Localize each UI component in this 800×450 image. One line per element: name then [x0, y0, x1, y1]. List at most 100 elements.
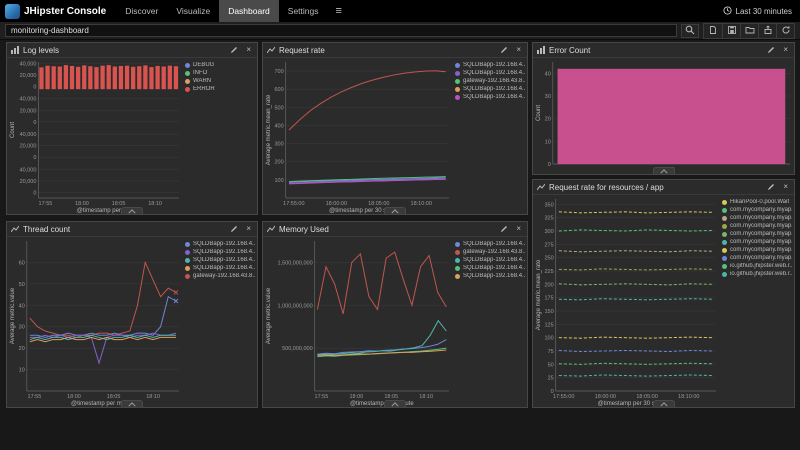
search-icon: [685, 22, 695, 40]
legend-item[interactable]: io.github.jhipster.web.r...: [722, 263, 792, 269]
legend-item[interactable]: SQLDBapp-192.168.4...: [455, 241, 525, 247]
chart-area[interactable]: 10203040506017:5518:0018:0518:10@timesta…: [7, 237, 183, 407]
svg-text:0: 0: [33, 84, 36, 90]
legend-item[interactable]: SQLDBapp-192.168.4...: [455, 94, 525, 100]
legend-swatch: [722, 216, 727, 221]
legend-label: com.mycompany.myap...: [730, 255, 792, 261]
panel-body: 10203040506017:5518:0018:0518:10@timesta…: [7, 237, 257, 407]
legend-item[interactable]: com.mycompany.myap...: [722, 223, 792, 229]
legend-item[interactable]: SQLDBapp-192.168.4...: [455, 70, 525, 76]
legend-item[interactable]: SQLDBapp-192.168.4...: [455, 257, 525, 263]
svg-text:18:00: 18:00: [349, 394, 363, 400]
legend-item[interactable]: SQLDBapp-192.168.4...: [455, 62, 525, 68]
legend-label: SQLDBapp-192.168.4...: [463, 265, 525, 271]
panel-title[interactable]: Log levels: [23, 46, 224, 55]
svg-text:30: 30: [545, 94, 551, 100]
svg-text:Average metric.mean_rate: Average metric.mean_rate: [536, 259, 542, 330]
legend-item[interactable]: com.mycompany.myap...: [722, 215, 792, 221]
load-dashboard-button[interactable]: [740, 24, 758, 38]
legend-item[interactable]: SQLDBapp-192.168.4...: [185, 249, 255, 255]
close-panel-icon[interactable]: ×: [244, 46, 253, 54]
legend-item[interactable]: com.mycompany.myap...: [722, 231, 792, 237]
legend-item[interactable]: SQLDBapp-192.168.4...: [185, 257, 255, 263]
collapse-panel-button[interactable]: [121, 400, 143, 407]
collapse-panel-button[interactable]: [653, 400, 675, 407]
search-button[interactable]: [681, 24, 699, 38]
legend-swatch: [185, 71, 190, 76]
legend-item[interactable]: HikariPool-0.pool.Wait: [722, 199, 792, 205]
legend-item[interactable]: SQLDBapp-192.168.4...: [455, 265, 525, 271]
chart-area[interactable]: 10020030040050060070017:55:0018:00:0018:…: [263, 58, 453, 214]
svg-text:500: 500: [275, 105, 284, 111]
legend-swatch: [455, 266, 460, 271]
nav-item-dashboard[interactable]: Dashboard: [219, 0, 279, 22]
hamburger-menu-icon[interactable]: ≡: [328, 5, 350, 17]
chart-area[interactable]: 0255075100125150175200225250275300325350…: [533, 195, 720, 407]
svg-text:1,500,000,000: 1,500,000,000: [278, 260, 313, 266]
legend-item[interactable]: SQLDBapp-192.168.4...: [455, 273, 525, 279]
legend-item[interactable]: SQLDBapp-192.168.4...: [185, 265, 255, 271]
nav-item-visualize[interactable]: Visualize: [167, 0, 219, 22]
svg-text:20,000: 20,000: [20, 108, 37, 114]
refresh-button[interactable]: [776, 24, 794, 38]
close-panel-icon[interactable]: ×: [781, 183, 790, 191]
legend-item[interactable]: io.github.jhipster.web.r...: [722, 271, 792, 277]
chart-area[interactable]: 010203040AllCount: [533, 58, 794, 174]
edit-panel-icon[interactable]: [228, 46, 240, 54]
legend-swatch: [185, 258, 190, 263]
close-panel-icon[interactable]: ×: [514, 225, 523, 233]
legend-item[interactable]: INFO: [185, 70, 255, 76]
panel-title[interactable]: Thread count: [23, 225, 224, 234]
close-panel-icon[interactable]: ×: [514, 46, 523, 54]
edit-panel-icon[interactable]: [498, 225, 510, 233]
edit-panel-icon[interactable]: [765, 46, 777, 54]
svg-text:200: 200: [275, 160, 284, 166]
edit-panel-icon[interactable]: [498, 46, 510, 54]
save-dashboard-button[interactable]: [722, 24, 740, 38]
legend-swatch: [455, 250, 460, 255]
collapse-panel-button[interactable]: [653, 167, 675, 174]
edit-panel-icon[interactable]: [228, 225, 240, 233]
legend-item[interactable]: com.mycompany.myap...: [722, 239, 792, 245]
nav-item-settings[interactable]: Settings: [279, 0, 328, 22]
close-panel-icon[interactable]: ×: [781, 46, 790, 54]
panel-title[interactable]: Memory Used: [279, 225, 494, 234]
svg-text:250: 250: [545, 256, 554, 262]
panel-title[interactable]: Request rate: [279, 46, 494, 55]
chart-area[interactable]: 500,000,0001,000,000,0001,500,000,00017:…: [263, 237, 453, 407]
brand-title[interactable]: JHipster Console: [24, 6, 116, 17]
collapse-panel-button[interactable]: [384, 400, 406, 407]
chart-area[interactable]: 40,00020,000040,00020,000040,00020,00004…: [7, 58, 183, 214]
legend-item[interactable]: gateway-192.168.43.8...: [455, 78, 525, 84]
legend-label: io.github.jhipster.web.r...: [730, 271, 792, 277]
collapse-panel-button[interactable]: [121, 207, 143, 214]
legend-item[interactable]: com.mycompany.myap...: [722, 207, 792, 213]
nav-item-discover[interactable]: Discover: [116, 0, 167, 22]
legend-swatch: [722, 264, 727, 269]
time-picker[interactable]: Last 30 minutes: [723, 6, 800, 17]
legend-item[interactable]: com.mycompany.myap...: [722, 255, 792, 261]
chart-legend: SQLDBapp-192.168.4... SQLDBapp-192.168.4.…: [183, 237, 257, 407]
legend-item[interactable]: gateway-192.168.43.8...: [185, 273, 255, 279]
legend-item[interactable]: SQLDBapp-192.168.4...: [185, 241, 255, 247]
panel-header: Log levels ×: [7, 43, 257, 58]
legend-swatch: [722, 208, 727, 213]
query-input[interactable]: [5, 24, 677, 37]
panel-title[interactable]: Request rate for resources / app: [549, 183, 761, 192]
svg-text:275: 275: [545, 242, 554, 248]
legend-item[interactable]: DEBUG: [185, 62, 255, 68]
svg-text:Count: Count: [536, 105, 542, 121]
collapse-panel-button[interactable]: [384, 207, 406, 214]
edit-panel-icon[interactable]: [765, 183, 777, 191]
jhipster-logo[interactable]: [5, 4, 20, 19]
legend-item[interactable]: com.mycompany.myap...: [722, 247, 792, 253]
new-dashboard-button[interactable]: [704, 24, 722, 38]
legend-item[interactable]: ERROR: [185, 86, 255, 92]
legend-item[interactable]: WARN: [185, 78, 255, 84]
panel-title[interactable]: Error Count: [549, 46, 761, 55]
legend-item[interactable]: gateway-192.168.43.8...: [455, 249, 525, 255]
panel-thread-count: Thread count × 10203040506017:5518:0018:…: [6, 221, 258, 408]
legend-item[interactable]: SQLDBapp-192.168.4...: [455, 86, 525, 92]
close-panel-icon[interactable]: ×: [244, 225, 253, 233]
share-dashboard-button[interactable]: [758, 24, 776, 38]
